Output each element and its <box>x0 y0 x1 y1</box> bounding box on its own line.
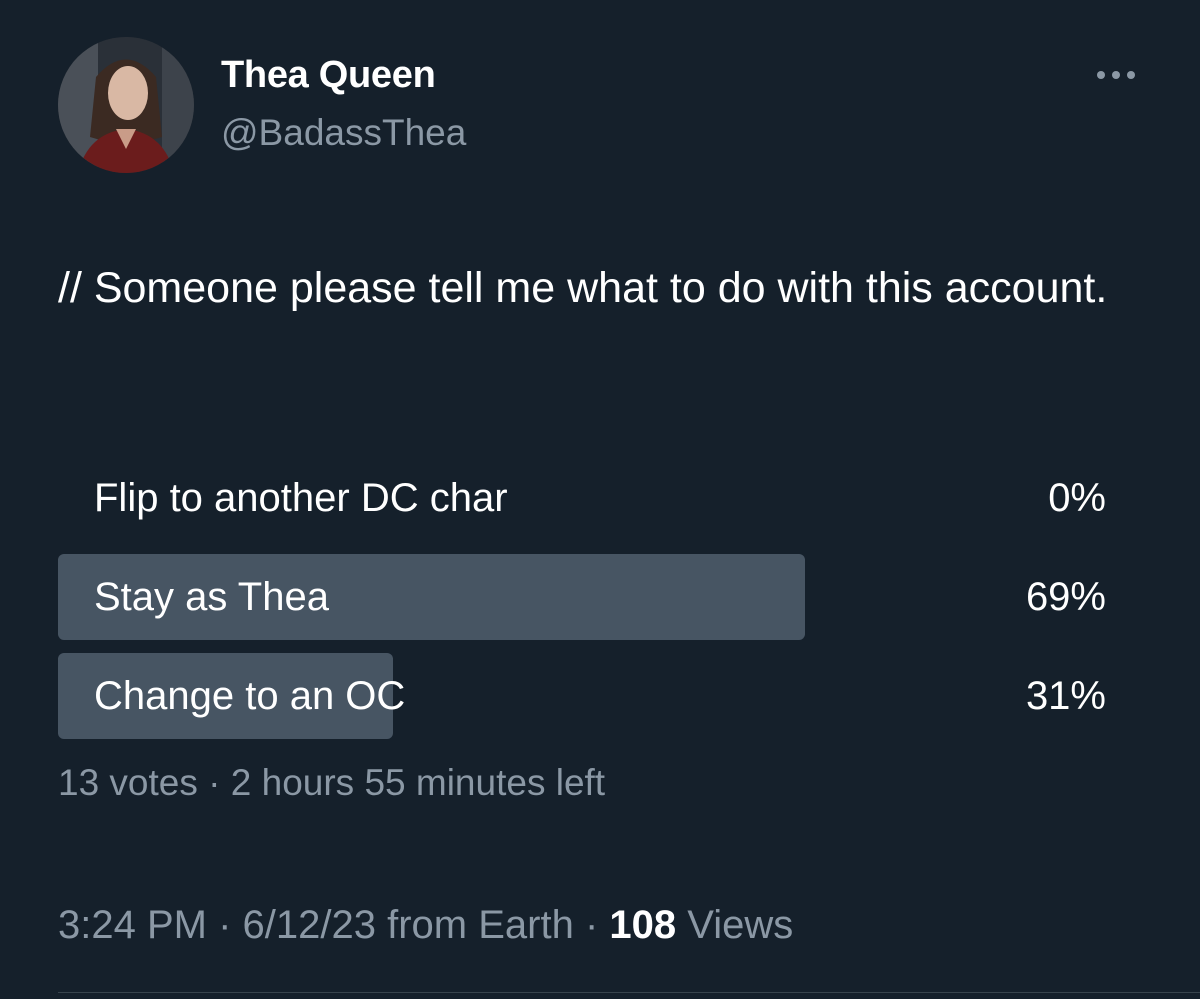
avatar-photo <box>58 37 194 173</box>
poll-option-percent: 31% <box>1025 674 1106 718</box>
tweet-timestamp-row: 3:24 PM · 6/12/23 from Earth · 108 Views <box>58 903 793 948</box>
tweet-time[interactable]: 3:24 PM <box>58 903 207 947</box>
avatar[interactable] <box>58 37 194 173</box>
more-horizontal-icon[interactable] <box>1093 62 1139 88</box>
views-count[interactable]: 108 <box>609 903 676 947</box>
poll: Flip to another DC char 0% Stay as Thea … <box>58 455 1140 752</box>
divider <box>58 992 1200 993</box>
author-display-name[interactable]: Thea Queen <box>221 54 436 97</box>
poll-meta: 13 votes · 2 hours 55 minutes left <box>58 762 605 804</box>
poll-option-percent: 69% <box>1025 575 1106 619</box>
poll-option-label: Change to an OC <box>94 674 406 718</box>
poll-option-label: Flip to another DC char <box>94 476 508 520</box>
poll-option: Flip to another DC char 0% <box>58 455 1140 541</box>
author-handle[interactable]: @BadassThea <box>221 112 466 154</box>
separator-dot: · <box>584 903 599 947</box>
separator-dot: · <box>218 903 232 947</box>
views-label[interactable]: Views <box>687 903 793 947</box>
tweet-text: // Someone please tell me what to do wit… <box>58 264 1108 312</box>
poll-option-label: Stay as Thea <box>94 575 329 619</box>
tweet-date-source[interactable]: 6/12/23 from Earth <box>243 903 574 947</box>
poll-option: Change to an OC 31% <box>58 653 1140 739</box>
separator-dot: · <box>208 762 221 803</box>
poll-vote-count: 13 votes <box>58 762 198 803</box>
poll-time-left: 2 hours 55 minutes left <box>230 762 606 803</box>
poll-option: Stay as Thea 69% <box>58 554 1140 640</box>
poll-option-percent: 0% <box>1048 476 1106 520</box>
